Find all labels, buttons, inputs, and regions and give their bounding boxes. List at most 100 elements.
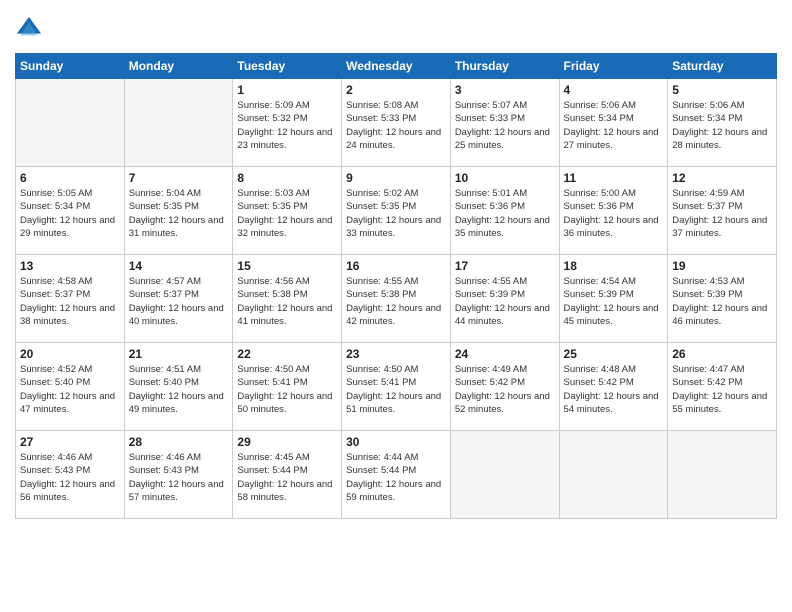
calendar-week-row: 27 Sunrise: 4:46 AMSunset: 5:43 PMDayligh… [16,431,777,519]
day-number: 2 [346,83,446,97]
calendar-week-row: 13 Sunrise: 4:58 AMSunset: 5:37 PMDayligh… [16,255,777,343]
calendar-week-row: 20 Sunrise: 4:52 AMSunset: 5:40 PMDayligh… [16,343,777,431]
weekday-header-friday: Friday [559,54,668,79]
day-number: 7 [129,171,229,185]
day-number: 26 [672,347,772,361]
calendar-cell: 24 Sunrise: 4:49 AMSunset: 5:42 PMDayligh… [450,343,559,431]
calendar-cell: 19 Sunrise: 4:53 AMSunset: 5:39 PMDayligh… [668,255,777,343]
day-info: Sunrise: 4:59 AMSunset: 5:37 PMDaylight:… [672,187,772,240]
day-number: 30 [346,435,446,449]
calendar-cell: 16Sunrise: 4:55 AMSunset: 5:38 PMDayligh… [342,255,451,343]
day-number: 16 [346,259,446,273]
day-number: 19 [672,259,772,273]
calendar-cell: 11 Sunrise: 5:00 AMSunset: 5:36 PMDayligh… [559,167,668,255]
calendar-cell: 14 Sunrise: 4:57 AMSunset: 5:37 PMDayligh… [124,255,233,343]
header [15,15,777,43]
day-info: Sunrise: 4:56 AMSunset: 5:38 PMDaylight:… [237,275,337,328]
calendar-cell: 15 Sunrise: 4:56 AMSunset: 5:38 PMDayligh… [233,255,342,343]
day-info: Sunrise: 4:45 AMSunset: 5:44 PMDaylight:… [237,451,337,504]
day-number: 17 [455,259,555,273]
calendar-cell: 13 Sunrise: 4:58 AMSunset: 5:37 PMDayligh… [16,255,125,343]
calendar-cell [668,431,777,519]
calendar-cell: 8 Sunrise: 5:03 AMSunset: 5:35 PMDaylight… [233,167,342,255]
calendar-cell [16,79,125,167]
day-info: Sunrise: 4:46 AMSunset: 5:43 PMDaylight:… [20,451,120,504]
day-number: 12 [672,171,772,185]
calendar-week-row: 1 Sunrise: 5:09 AMSunset: 5:32 PMDaylight… [16,79,777,167]
calendar-cell: 10Sunrise: 5:01 AMSunset: 5:36 PMDayligh… [450,167,559,255]
logo-icon [15,15,43,43]
day-number: 20 [20,347,120,361]
calendar-cell: 4Sunrise: 5:06 AMSunset: 5:34 PMDaylight… [559,79,668,167]
day-number: 29 [237,435,337,449]
calendar-page: SundayMondayTuesdayWednesdayThursdayFrid… [0,0,792,612]
calendar-cell: 27 Sunrise: 4:46 AMSunset: 5:43 PMDayligh… [16,431,125,519]
calendar-cell: 3 Sunrise: 5:07 AMSunset: 5:33 PMDaylight… [450,79,559,167]
day-number: 1 [237,83,337,97]
day-info: Sunrise: 4:46 AMSunset: 5:43 PMDaylight:… [129,451,229,504]
day-info: Sunrise: 5:05 AMSunset: 5:34 PMDaylight:… [20,187,120,240]
day-number: 22 [237,347,337,361]
day-info: Sunrise: 4:50 AMSunset: 5:41 PMDaylight:… [237,363,337,416]
day-info: Sunrise: 5:06 AMSunset: 5:34 PMDaylight:… [672,99,772,152]
calendar-cell: 26 Sunrise: 4:47 AMSunset: 5:42 PMDayligh… [668,343,777,431]
calendar-week-row: 6Sunrise: 5:05 AMSunset: 5:34 PMDaylight… [16,167,777,255]
calendar-cell [450,431,559,519]
weekday-header-sunday: Sunday [16,54,125,79]
calendar-cell: 17 Sunrise: 4:55 AMSunset: 5:39 PMDayligh… [450,255,559,343]
day-number: 10 [455,171,555,185]
day-info: Sunrise: 5:03 AMSunset: 5:35 PMDaylight:… [237,187,337,240]
calendar-cell: 7 Sunrise: 5:04 AMSunset: 5:35 PMDaylight… [124,167,233,255]
day-number: 21 [129,347,229,361]
day-info: Sunrise: 4:50 AMSunset: 5:41 PMDaylight:… [346,363,446,416]
day-info: Sunrise: 4:47 AMSunset: 5:42 PMDaylight:… [672,363,772,416]
day-number: 13 [20,259,120,273]
day-info: Sunrise: 4:44 AMSunset: 5:44 PMDaylight:… [346,451,446,504]
day-info: Sunrise: 5:00 AMSunset: 5:36 PMDaylight:… [564,187,664,240]
day-info: Sunrise: 4:58 AMSunset: 5:37 PMDaylight:… [20,275,120,328]
day-number: 14 [129,259,229,273]
calendar-cell [124,79,233,167]
day-info: Sunrise: 5:04 AMSunset: 5:35 PMDaylight:… [129,187,229,240]
day-info: Sunrise: 4:53 AMSunset: 5:39 PMDaylight:… [672,275,772,328]
day-number: 9 [346,171,446,185]
day-number: 5 [672,83,772,97]
calendar-cell: 5 Sunrise: 5:06 AMSunset: 5:34 PMDaylight… [668,79,777,167]
logo [15,15,45,43]
weekday-header-tuesday: Tuesday [233,54,342,79]
calendar-cell: 28Sunrise: 4:46 AMSunset: 5:43 PMDayligh… [124,431,233,519]
day-number: 15 [237,259,337,273]
calendar-cell: 22 Sunrise: 4:50 AMSunset: 5:41 PMDayligh… [233,343,342,431]
calendar-cell: 2 Sunrise: 5:08 AMSunset: 5:33 PMDaylight… [342,79,451,167]
day-info: Sunrise: 4:52 AMSunset: 5:40 PMDaylight:… [20,363,120,416]
calendar-cell: 30 Sunrise: 4:44 AMSunset: 5:44 PMDayligh… [342,431,451,519]
day-number: 3 [455,83,555,97]
day-info: Sunrise: 4:55 AMSunset: 5:39 PMDaylight:… [455,275,555,328]
day-info: Sunrise: 4:49 AMSunset: 5:42 PMDaylight:… [455,363,555,416]
day-number: 11 [564,171,664,185]
calendar-table: SundayMondayTuesdayWednesdayThursdayFrid… [15,53,777,519]
weekday-header-saturday: Saturday [668,54,777,79]
calendar-cell: 20 Sunrise: 4:52 AMSunset: 5:40 PMDayligh… [16,343,125,431]
day-info: Sunrise: 5:09 AMSunset: 5:32 PMDaylight:… [237,99,337,152]
calendar-cell: 9Sunrise: 5:02 AMSunset: 5:35 PMDaylight… [342,167,451,255]
calendar-cell: 25Sunrise: 4:48 AMSunset: 5:42 PMDayligh… [559,343,668,431]
day-info: Sunrise: 4:48 AMSunset: 5:42 PMDaylight:… [564,363,664,416]
calendar-cell: 18Sunrise: 4:54 AMSunset: 5:39 PMDayligh… [559,255,668,343]
weekday-header-row: SundayMondayTuesdayWednesdayThursdayFrid… [16,54,777,79]
day-number: 27 [20,435,120,449]
day-info: Sunrise: 5:08 AMSunset: 5:33 PMDaylight:… [346,99,446,152]
weekday-header-wednesday: Wednesday [342,54,451,79]
calendar-cell: 1 Sunrise: 5:09 AMSunset: 5:32 PMDaylight… [233,79,342,167]
day-info: Sunrise: 5:07 AMSunset: 5:33 PMDaylight:… [455,99,555,152]
day-info: Sunrise: 4:57 AMSunset: 5:37 PMDaylight:… [129,275,229,328]
calendar-cell: 23 Sunrise: 4:50 AMSunset: 5:41 PMDayligh… [342,343,451,431]
day-number: 23 [346,347,446,361]
day-info: Sunrise: 4:51 AMSunset: 5:40 PMDaylight:… [129,363,229,416]
calendar-cell [559,431,668,519]
day-number: 4 [564,83,664,97]
day-number: 8 [237,171,337,185]
calendar-cell: 21 Sunrise: 4:51 AMSunset: 5:40 PMDayligh… [124,343,233,431]
day-number: 24 [455,347,555,361]
calendar-cell: 6Sunrise: 5:05 AMSunset: 5:34 PMDaylight… [16,167,125,255]
